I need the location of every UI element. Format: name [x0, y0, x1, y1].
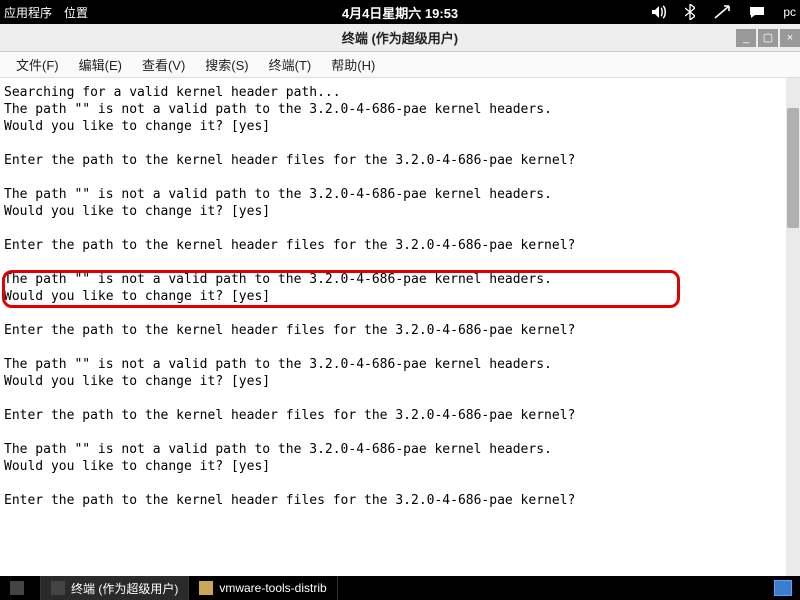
terminal-area: Searching for a valid kernel header path…: [0, 78, 800, 576]
menu-terminal[interactable]: 终端(T): [259, 51, 322, 78]
chat-icon[interactable]: [749, 6, 765, 19]
window-titlebar: 终端 (作为超级用户) _ ▢ ×: [0, 24, 800, 52]
places-menu[interactable]: 位置: [64, 4, 88, 21]
volume-icon[interactable]: [651, 5, 667, 19]
taskbar-item-terminal[interactable]: 终端 (作为超级用户): [41, 576, 189, 600]
terminal-icon: [51, 581, 65, 595]
taskbar: 终端 (作为超级用户) vmware-tools-distrib: [0, 576, 800, 600]
taskbar-item-label: 终端 (作为超级用户): [71, 580, 178, 597]
menubar: 文件(F) 编辑(E) 查看(V) 搜索(S) 终端(T) 帮助(H): [0, 52, 800, 78]
folder-icon: [199, 581, 213, 595]
menu-view[interactable]: 查看(V): [132, 51, 195, 78]
bluetooth-icon[interactable]: [685, 4, 695, 20]
maximize-button[interactable]: ▢: [758, 29, 778, 47]
menu-file[interactable]: 文件(F): [6, 51, 69, 78]
tray-app-icon[interactable]: [774, 580, 792, 596]
menu-edit[interactable]: 编辑(E): [69, 51, 132, 78]
applications-menu[interactable]: 应用程序: [4, 4, 52, 21]
system-tray: [760, 580, 800, 596]
scrollbar[interactable]: [786, 78, 800, 576]
network-icon[interactable]: [713, 5, 731, 19]
minimize-button[interactable]: _: [736, 29, 756, 47]
taskbar-item-label: vmware-tools-distrib: [219, 581, 326, 595]
show-desktop-button[interactable]: [0, 576, 41, 600]
taskbar-item-folder[interactable]: vmware-tools-distrib: [189, 576, 337, 600]
user-menu[interactable]: pc: [783, 5, 796, 19]
show-desktop-icon: [10, 581, 24, 595]
scrollbar-thumb[interactable]: [787, 108, 799, 228]
terminal-output[interactable]: Searching for a valid kernel header path…: [0, 78, 800, 515]
close-button[interactable]: ×: [780, 29, 800, 47]
window-title: 终端 (作为超级用户): [342, 28, 458, 47]
menu-search[interactable]: 搜索(S): [195, 51, 258, 78]
clock: 4月4日星期六 19:53: [342, 3, 458, 22]
menu-help[interactable]: 帮助(H): [321, 51, 385, 78]
system-top-bar: 应用程序 位置 4月4日星期六 19:53 pc: [0, 0, 800, 24]
